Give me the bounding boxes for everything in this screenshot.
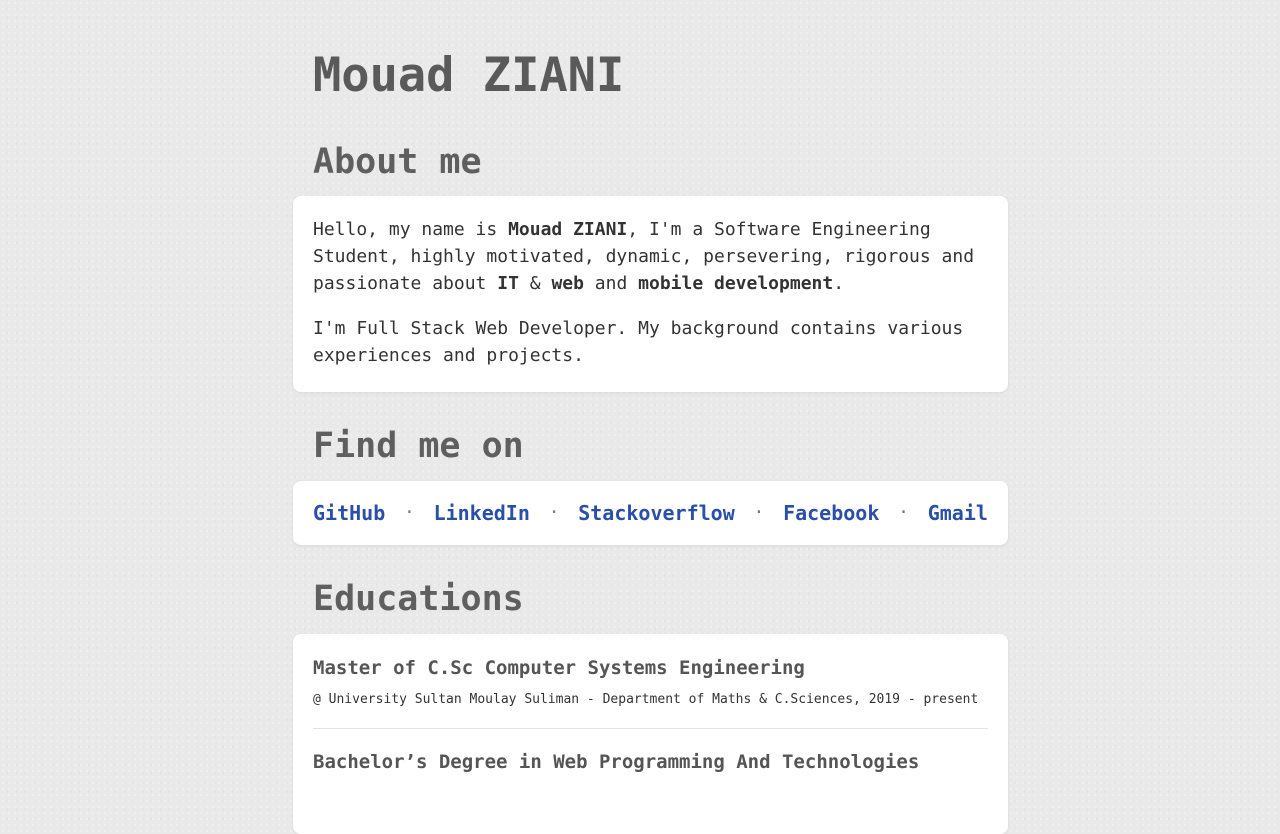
- link-separator: ·: [753, 502, 765, 523]
- education-item: Bachelor’s Degree in Web Programming And…: [313, 729, 988, 775]
- link-separator: ·: [898, 502, 909, 523]
- about-text-segment: and: [583, 273, 639, 294]
- linkedin-link[interactable]: LinkedIn: [434, 499, 530, 527]
- about-mobile-bold: mobile development: [638, 273, 834, 294]
- about-text-segment: .: [833, 273, 845, 294]
- about-paragraph-background: I'm Full Stack Web Developer. My backgro…: [313, 318, 964, 366]
- about-paragraph-intro: Hello, my name is Mouad ZIANI, I'm a Sof…: [313, 216, 988, 297]
- find-me-heading: Find me on: [313, 426, 524, 466]
- education-item: Master of C.Sc Computer Systems Engineer…: [313, 655, 988, 709]
- social-links: GitHub · LinkedIn · Stackoverflow · Face…: [313, 499, 988, 527]
- link-separator: ·: [548, 502, 560, 523]
- about-web-bold: web: [551, 273, 584, 294]
- about-it-bold: IT: [497, 273, 519, 294]
- about-heading: About me: [313, 142, 482, 182]
- education-institution: @ University Sultan Moulay Suliman - Dep…: [313, 692, 979, 707]
- about-text-segment: &: [518, 273, 552, 294]
- educations-card: Master of C.Sc Computer Systems Engineer…: [293, 634, 1008, 834]
- page-title: Mouad ZIANI: [313, 48, 625, 103]
- about-card: Hello, my name is Mouad ZIANI, I'm a Sof…: [293, 196, 1008, 392]
- gmail-link[interactable]: Gmail: [928, 499, 988, 527]
- social-links-card: GitHub · LinkedIn · Stackoverflow · Face…: [293, 481, 1008, 545]
- educations-heading: Educations: [313, 579, 524, 619]
- about-text-segment: Hello, my name is: [313, 219, 509, 240]
- stackoverflow-link[interactable]: Stackoverflow: [578, 499, 735, 527]
- github-link[interactable]: GitHub: [313, 499, 385, 527]
- link-separator: ·: [403, 502, 415, 523]
- education-degree: Master of C.Sc Computer Systems Engineer…: [313, 657, 805, 679]
- facebook-link[interactable]: Facebook: [783, 499, 879, 527]
- education-degree: Bachelor’s Degree in Web Programming And…: [313, 751, 920, 773]
- about-name-bold: Mouad ZIANI: [508, 219, 628, 240]
